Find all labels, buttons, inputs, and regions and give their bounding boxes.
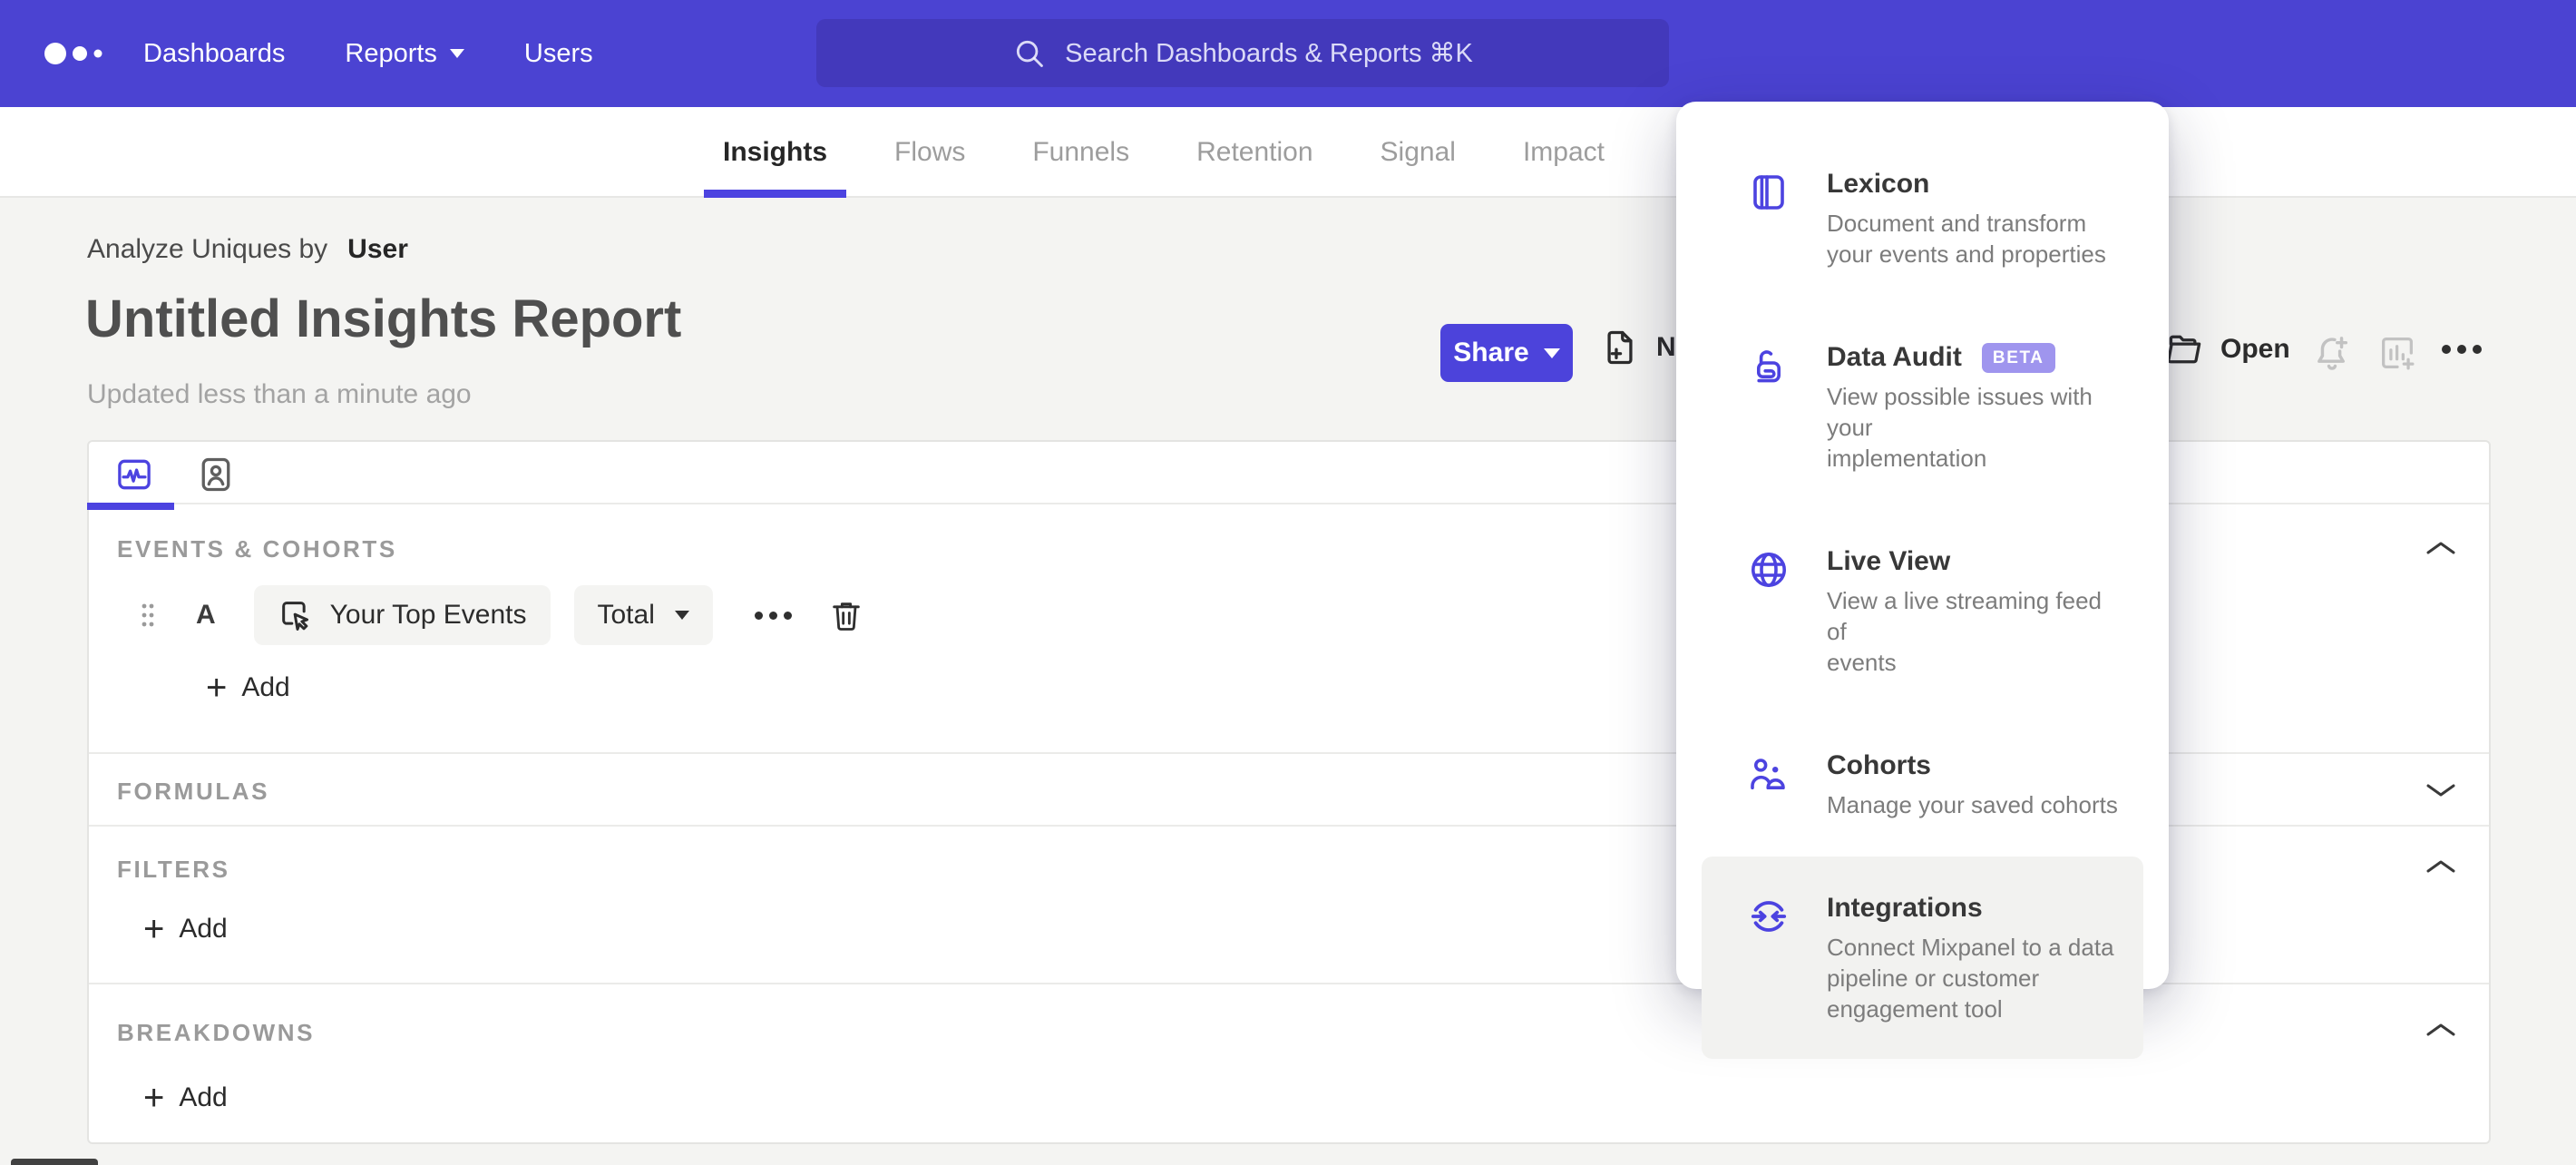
metric-select-button[interactable]: Total [573,585,713,645]
add-event-label: Add [241,672,290,702]
menu-item-description: View possible issues with your implement… [1827,383,2093,472]
event-select-button[interactable]: Your Top Events [253,585,551,645]
beta-badge: BETA [1981,342,2055,373]
pulse-chart-icon [118,459,151,490]
tab-user-profiles-view[interactable] [196,455,236,494]
plus-icon: + [143,1078,165,1118]
lexicon-book-icon [1747,171,1791,214]
menu-item-data-audit[interactable]: Data Audit BETA View possible issues wit… [1702,306,2143,508]
report-content: Analyze Uniques by User Untitled Insight… [0,198,2576,1165]
tab-insights-label: Insights [723,137,828,167]
events-section-label: EVENTS & COHORTS [117,535,397,563]
menu-item-description: View a live streaming feed of events [1827,587,2103,676]
tab-impact[interactable]: Impact [1523,107,1605,198]
search-placeholder: Search Dashboards & Reports ⌘K [1065,39,1473,68]
open-button-label: Open [2220,334,2290,364]
page-title[interactable]: Untitled Insights Report [85,289,681,349]
nav-reports-label: Reports [345,38,437,68]
tab-impact-label: Impact [1522,137,1605,167]
plus-icon: + [206,668,228,708]
drag-handle[interactable] [140,601,156,630]
analyze-row: Analyze Uniques by User [87,234,408,265]
data-audit-lock-icon [1747,344,1791,387]
tab-flows[interactable]: Flows [894,107,965,198]
collapse-section-icon[interactable] [2425,539,2456,557]
menu-item-title: Live View [1827,546,1951,576]
menu-item-live-view[interactable]: Live View View a live streaming feed of … [1702,510,2143,712]
share-button-label: Share [1453,338,1529,367]
tab-flows-label: Flows [894,137,966,167]
bell-plus-icon [2317,337,2348,370]
nav-dashboards-label: Dashboards [143,38,286,68]
add-filter-button[interactable]: + Add [143,909,228,949]
tab-funnels[interactable]: Funnels [1032,107,1129,198]
tab-insights[interactable]: Insights [703,107,847,198]
add-to-dashboard-button[interactable] [2376,332,2418,374]
menu-item-lexicon[interactable]: Lexicon Document and transform your even… [1702,132,2143,304]
tab-events-view[interactable] [87,455,174,510]
tab-retention-label: Retention [1196,137,1313,167]
menu-item-title: Cohorts [1827,750,1931,780]
event-row-letter: A [196,600,216,630]
search-icon [1017,40,1044,67]
add-breakdown-button[interactable]: + Add [143,1078,228,1118]
more-actions-button[interactable] [2442,345,2482,354]
cursor-click-icon [281,602,308,631]
menu-item-integrations[interactable]: Integrations Connect Mixpanel to a data … [1702,857,2143,1059]
chevron-down-icon [449,49,464,58]
add-event-button[interactable]: + Add [206,668,290,708]
chevron-down-icon [1543,348,1560,358]
analyze-entity-selector[interactable]: User [347,234,408,265]
breakdowns-section-label: BREAKDOWNS [117,1019,316,1046]
file-plus-icon [1607,330,1633,365]
updated-timestamp: Updated less than a minute ago [87,379,472,409]
corner-widget[interactable] [11,1159,98,1165]
filters-section-label: FILTERS [117,856,230,883]
open-report-button[interactable]: Open [2162,329,2290,369]
primary-nav: Dashboards Reports Users [143,0,593,107]
event-name-label: Your Top Events [329,600,527,630]
report-type-tabbar: Insights Flows Funnels Retention Signal … [0,107,2576,198]
chevron-down-icon [674,611,689,620]
expand-section-icon[interactable] [2425,781,2456,799]
nav-dashboards[interactable]: Dashboards [143,39,285,69]
add-filter-label: Add [179,914,228,944]
menu-item-cohorts[interactable]: Cohorts Manage your saved cohorts [1702,714,2143,855]
data-management-dropdown: Lexicon Document and transform your even… [1676,102,2169,1059]
create-alert-button[interactable] [2311,332,2353,374]
menu-item-description: Document and transform your events and p… [1827,210,2106,268]
trash-icon [833,602,860,631]
nav-users-label: Users [523,38,593,68]
person-card-icon [201,457,230,492]
tab-signal-label: Signal [1380,137,1456,167]
formulas-section-label: FORMULAS [117,778,270,805]
mixpanel-logo[interactable] [44,40,109,67]
menu-item-title: Data Audit [1827,342,1962,372]
event-row-more-button[interactable] [754,611,792,620]
add-breakdown-label: Add [179,1082,228,1112]
menu-item-description: Manage your saved cohorts [1827,791,2118,818]
cohorts-people-icon [1747,752,1791,796]
metric-label: Total [597,600,655,630]
live-view-globe-icon [1747,548,1791,592]
menu-item-title: Integrations [1827,893,1983,923]
plus-icon: + [143,909,165,949]
tab-signal[interactable]: Signal [1381,107,1456,198]
menu-item-title: Lexicon [1827,169,1930,199]
analyze-label: Analyze Uniques by [87,234,328,264]
top-navigation-bar: Dashboards Reports Users Search Dashboar… [0,0,2576,107]
collapse-section-icon[interactable] [2425,1021,2456,1039]
delete-event-button[interactable] [828,596,864,634]
nav-reports[interactable]: Reports [345,39,464,69]
collapse-section-icon[interactable] [2425,857,2456,876]
menu-item-description: Connect Mixpanel to a data pipeline or c… [1827,934,2114,1023]
nav-users[interactable]: Users [524,39,593,69]
chart-plus-icon [2382,338,2415,370]
integrations-sync-icon [1747,895,1791,938]
tab-retention[interactable]: Retention [1196,107,1312,198]
share-button[interactable]: Share [1440,324,1573,382]
tab-funnels-label: Funnels [1032,137,1130,167]
event-row: A Your Top Events Total [140,585,864,645]
global-search-input[interactable]: Search Dashboards & Reports ⌘K [816,19,1669,87]
